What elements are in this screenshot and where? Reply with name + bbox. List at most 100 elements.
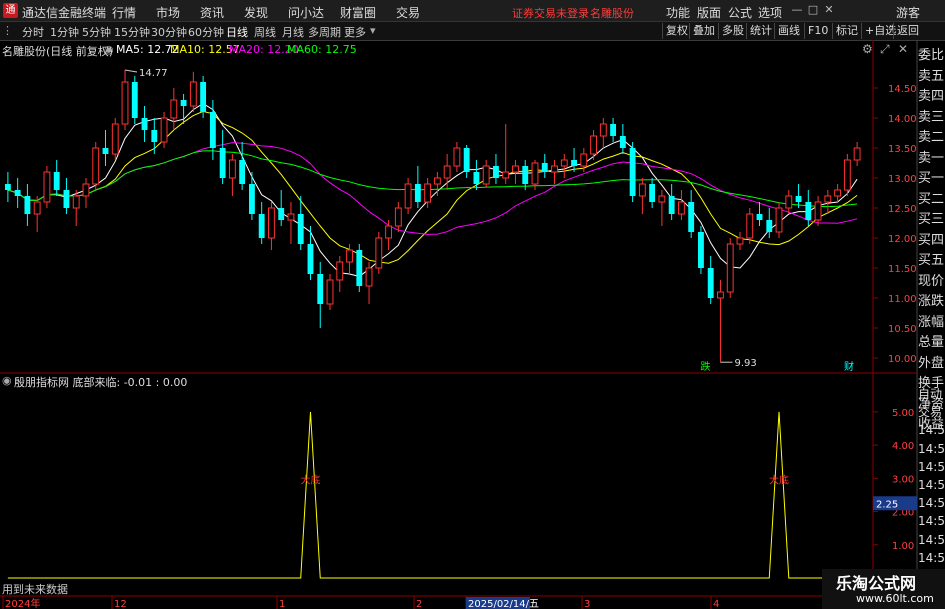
menu-trade[interactable]: 交易 <box>396 4 420 21</box>
menu-function[interactable]: 功能 <box>666 4 690 21</box>
btn-mark[interactable]: 标记 <box>832 23 861 39</box>
quote-panel-item[interactable]: 14:56 <box>918 494 945 512</box>
quote-panel-item[interactable]: 14:56 <box>918 512 945 530</box>
ma10-line <box>7 110 858 264</box>
btn-multi-stock[interactable]: 多股 <box>718 23 747 39</box>
quote-panel-item[interactable]: 卖五 <box>918 66 945 87</box>
app-title: 通达信金融终端 <box>22 6 107 20</box>
btn-adjust[interactable]: 复权 <box>662 23 691 39</box>
quote-panel-item[interactable]: 14:56 <box>918 458 945 476</box>
quote-panel-item[interactable]: 外盘 <box>918 353 945 374</box>
candle-body <box>590 135 597 155</box>
candle-body <box>209 112 216 148</box>
quote-panel-item[interactable]: 14:56 <box>918 549 945 567</box>
price-axis-label: 14.50 <box>888 84 917 95</box>
tf-30min[interactable]: 30分钟 <box>151 24 187 40</box>
date-axis-label: 1 <box>279 599 285 609</box>
quote-panel-item[interactable]: 买二 <box>918 189 945 210</box>
menu-formula[interactable]: 公式 <box>728 4 752 21</box>
quote-panel-item[interactable]: 自动 <box>918 385 945 403</box>
quote-panel-item[interactable]: 卖一 <box>918 148 945 169</box>
settings-icon[interactable]: ⚙ <box>862 42 873 56</box>
quote-panel-item[interactable]: 现价 <box>918 271 945 292</box>
tf-60min[interactable]: 60分钟 <box>188 24 224 40</box>
candle-body <box>473 172 480 184</box>
candle-body <box>4 184 11 190</box>
candle-body <box>287 213 295 221</box>
low-price-label: 9.93 <box>734 358 756 369</box>
tf-1min[interactable]: 1分钟 <box>50 24 79 40</box>
menu-layout[interactable]: 版面 <box>697 4 721 21</box>
menu-ask[interactable]: 问小达 <box>288 4 324 21</box>
tf-more[interactable]: 更多 <box>344 24 366 40</box>
user-label[interactable]: 游客 <box>896 4 920 21</box>
quote-panel-item[interactable]: 卖四 <box>918 86 945 107</box>
candle-body <box>385 225 393 239</box>
menu-quotes[interactable]: 行情 <box>112 4 136 21</box>
candle-body <box>580 153 588 167</box>
quote-panel-item[interactable]: 14:56 <box>918 476 945 494</box>
chart-area[interactable]: 14.5014.0013.5013.0012.5012.0011.5011.00… <box>0 40 945 609</box>
quote-panel-item[interactable]: 买一 <box>918 168 945 189</box>
chart-close-icon[interactable]: ✕ <box>898 42 908 56</box>
quote-panel-item[interactable]: 买四 <box>918 230 945 251</box>
candle-body <box>599 123 607 137</box>
btn-back[interactable]: 返回 <box>893 23 922 39</box>
menu-news[interactable]: 资讯 <box>200 4 224 21</box>
quote-panel-item[interactable]: 交易 <box>918 403 945 421</box>
candle-body <box>346 249 353 263</box>
btn-overlay[interactable]: 叠加 <box>689 23 718 39</box>
tf-5min[interactable]: 5分钟 <box>82 24 111 40</box>
login-status[interactable]: 证券交易未登录 <box>512 5 589 21</box>
chevron-down-icon[interactable]: ▾ <box>370 24 376 37</box>
btn-f10[interactable]: F10 <box>804 23 831 39</box>
candle-body <box>33 201 41 215</box>
candle-body <box>824 195 832 203</box>
tf-15min[interactable]: 15分钟 <box>114 24 150 40</box>
quote-panel-item[interactable]: 14:56 <box>918 531 945 549</box>
candle-body <box>394 207 402 227</box>
ma-toggle-icon[interactable]: ◉ <box>104 43 114 56</box>
candle-body <box>736 237 744 245</box>
quote-panel-item[interactable]: 卖三 <box>918 107 945 128</box>
quote-panel-item[interactable]: 买五 <box>918 250 945 271</box>
quote-panel-item[interactable]: 委比 <box>918 45 945 66</box>
btn-stats[interactable]: 统计 <box>746 23 775 39</box>
tf-monthly[interactable]: 月线 <box>282 24 304 40</box>
quote-panel-item[interactable]: 卖二 <box>918 127 945 148</box>
candle-body <box>571 160 577 166</box>
candle-body <box>658 195 666 203</box>
tf-daily[interactable]: 日线 <box>226 24 248 40</box>
quote-panel-item[interactable]: 涨跌 <box>918 291 945 312</box>
tf-intraday[interactable]: 分时 <box>22 24 44 40</box>
date-axis-label: 12 <box>114 599 127 609</box>
candle-body <box>297 214 304 244</box>
candle-body <box>707 268 714 298</box>
candle-body <box>717 291 724 299</box>
minimize-icon[interactable]: — <box>790 3 804 17</box>
maximize-icon[interactable]: □ <box>806 3 820 17</box>
indicator-toggle-icon[interactable]: ◉ <box>2 374 12 387</box>
candle-body <box>482 165 490 185</box>
btn-draw[interactable]: 画线 <box>774 23 803 39</box>
menu-market[interactable]: 市场 <box>156 4 180 21</box>
expand-icon[interactable]: ⤢ <box>880 42 890 57</box>
candle-body <box>775 207 783 233</box>
tf-weekly[interactable]: 周线 <box>254 24 276 40</box>
quote-panel-item[interactable]: 14:55 <box>918 421 945 439</box>
candle-body <box>629 148 636 196</box>
quote-panel-item[interactable]: 涨幅 <box>918 312 945 333</box>
close-icon[interactable]: ✕ <box>822 3 836 17</box>
watermark: 乐淘公式网 www.60lt.com <box>822 569 945 609</box>
tf-multi[interactable]: 多周期 <box>308 24 341 40</box>
candle-body <box>638 183 646 197</box>
menu-wealth[interactable]: 财富圈 <box>340 4 376 21</box>
quote-panel-item[interactable]: 总量 <box>918 332 945 353</box>
candle-body <box>512 165 519 173</box>
quote-panel-item[interactable]: 14:56 <box>918 440 945 458</box>
menu-discover[interactable]: 发现 <box>244 4 268 21</box>
candle-body <box>493 166 499 178</box>
menu-options[interactable]: 选项 <box>758 4 782 21</box>
quote-panel-item[interactable]: 买三 <box>918 209 945 230</box>
candle-body <box>151 130 158 142</box>
